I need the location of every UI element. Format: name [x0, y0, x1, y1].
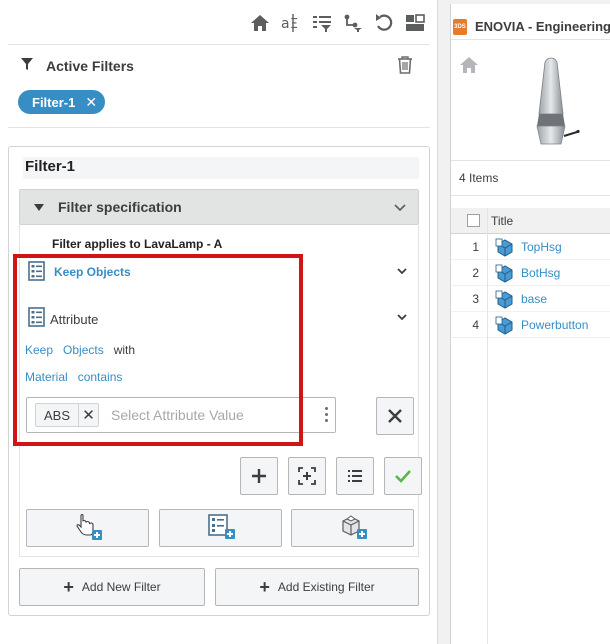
- plus-icon: +: [259, 577, 270, 597]
- table-row[interactable]: 4 Powerbutton: [451, 312, 610, 338]
- svg-text:Ξ: Ξ: [290, 17, 298, 32]
- row-number: 3: [472, 291, 479, 306]
- app-header: 3DS ENOVIA - Engineering: [451, 14, 610, 40]
- filter-card: Filter-1 Filter specification Filter app…: [8, 146, 430, 616]
- column-title[interactable]: Title: [491, 214, 513, 228]
- part-icon: [495, 264, 515, 287]
- with-text: with: [113, 343, 136, 357]
- keep-objects-row[interactable]: Keep Objects: [28, 261, 418, 283]
- keep-link[interactable]: Keep: [25, 343, 53, 357]
- list-options-button[interactable]: [336, 457, 374, 495]
- enovia-panel: 3DS ENOVIA - Engineering 4 Items Title 1…: [438, 0, 610, 644]
- items-grid: Title 1 TopHsg 2 BotHsg 3 base 4 Powerbu…: [451, 208, 610, 338]
- clear-value-button[interactable]: [376, 397, 414, 435]
- items-count: 4 Items: [459, 171, 499, 185]
- more-options-icon[interactable]: [325, 407, 329, 425]
- attribute-label: Attribute: [50, 312, 99, 327]
- row-number: 4: [472, 317, 479, 332]
- part-icon: [495, 238, 515, 261]
- part-name[interactable]: TopHsg: [521, 240, 562, 254]
- active-filters-title: Active Filters: [46, 57, 134, 74]
- items-bar: 4 Items: [451, 160, 610, 196]
- funnel-icon: [20, 57, 34, 74]
- filter-title: Filter-1: [23, 157, 419, 179]
- list-criteria-icon: [28, 261, 46, 281]
- add-existing-filter-button[interactable]: + Add Existing Filter: [215, 568, 419, 606]
- filter-specification-header[interactable]: Filter specification: [19, 189, 419, 225]
- objects-link[interactable]: Objects: [63, 343, 104, 357]
- filter-panel: aΞ Active Filters Filter-1 ✕ Filter-1 Fi…: [0, 0, 438, 644]
- chip-remove-icon[interactable]: ✕: [85, 94, 97, 111]
- attribute-value-input[interactable]: ABS ✕ Select Attribute Value: [26, 397, 336, 433]
- select-in-3d-button[interactable]: [26, 509, 149, 547]
- table-row[interactable]: 2 BotHsg: [451, 260, 610, 286]
- apply-button[interactable]: [384, 457, 422, 495]
- add-group-button[interactable]: [288, 457, 326, 495]
- tag-remove-icon[interactable]: ✕: [78, 404, 98, 426]
- criteria-sentence-1: Keep Objects with: [25, 343, 135, 357]
- filter-specification-body: Filter applies to LavaLamp - A Keep Obje…: [19, 225, 422, 557]
- hand-pointer-plus-icon: [73, 513, 103, 544]
- row-number: 1: [472, 239, 479, 254]
- column-separator: [487, 208, 488, 644]
- add-existing-filter-label: Add Existing Filter: [277, 580, 375, 594]
- part-name[interactable]: BotHsg: [521, 266, 560, 280]
- home-icon[interactable]: [459, 56, 479, 77]
- filter-toolbar: aΞ: [247, 8, 427, 38]
- attribute-row[interactable]: Attribute: [28, 307, 418, 329]
- filter-list-icon[interactable]: [309, 11, 334, 36]
- svg-text:a: a: [281, 16, 290, 32]
- table-row[interactable]: 1 TopHsg: [451, 234, 610, 260]
- part-name[interactable]: Powerbutton: [521, 318, 588, 332]
- chevron-down-icon[interactable]: [396, 311, 408, 326]
- plus-icon: +: [63, 577, 74, 597]
- chevron-down-icon[interactable]: [392, 199, 408, 218]
- add-volume-button[interactable]: [291, 509, 414, 547]
- grid-header: Title: [451, 208, 610, 234]
- table-row[interactable]: 3 base: [451, 286, 610, 312]
- contains-link[interactable]: contains: [78, 370, 123, 384]
- add-new-filter-label: Add New Filter: [81, 580, 161, 594]
- trash-icon[interactable]: [396, 55, 414, 78]
- caret-down-icon: [34, 203, 44, 211]
- text-attribute-icon[interactable]: aΞ: [278, 11, 303, 36]
- layout-toggle-icon[interactable]: [402, 11, 427, 36]
- structure-filter-icon[interactable]: [340, 11, 365, 36]
- filter-applies-to: Filter applies to LavaLamp - A: [52, 237, 223, 251]
- add-criteria-button[interactable]: [240, 457, 278, 495]
- filter-specification-label: Filter specification: [58, 199, 182, 215]
- active-filters-section: Active Filters Filter-1 ✕: [8, 44, 430, 128]
- app-logo: 3DS: [453, 18, 467, 35]
- material-link[interactable]: Material: [25, 370, 68, 384]
- part-icon: [495, 316, 515, 339]
- list-criteria-icon: [28, 307, 46, 327]
- value-placeholder: Select Attribute Value: [111, 407, 244, 423]
- chevron-down-icon[interactable]: [396, 265, 408, 280]
- chip-label: Filter-1: [32, 94, 76, 110]
- add-criteria-list-button[interactable]: [159, 509, 282, 547]
- list-plus-icon: [206, 513, 236, 544]
- cube-plus-icon: [338, 513, 368, 544]
- lava-lamp-thumbnail[interactable]: [521, 52, 581, 155]
- home-icon[interactable]: [247, 11, 272, 36]
- value-tag-label: ABS: [44, 407, 71, 423]
- undo-icon[interactable]: [371, 11, 396, 36]
- row-number: 2: [472, 265, 479, 280]
- part-name[interactable]: base: [521, 292, 547, 306]
- criteria-sentence-2: Material contains: [25, 370, 122, 384]
- active-filter-chip[interactable]: Filter-1 ✕: [18, 90, 106, 114]
- app-title: ENOVIA - Engineering: [474, 19, 610, 34]
- keep-objects-label: Keep Objects: [54, 265, 131, 279]
- part-icon: [495, 290, 515, 313]
- select-all-checkbox[interactable]: [467, 214, 480, 227]
- add-new-filter-button[interactable]: + Add New Filter: [19, 568, 205, 606]
- value-tag: ABS ✕: [35, 403, 100, 427]
